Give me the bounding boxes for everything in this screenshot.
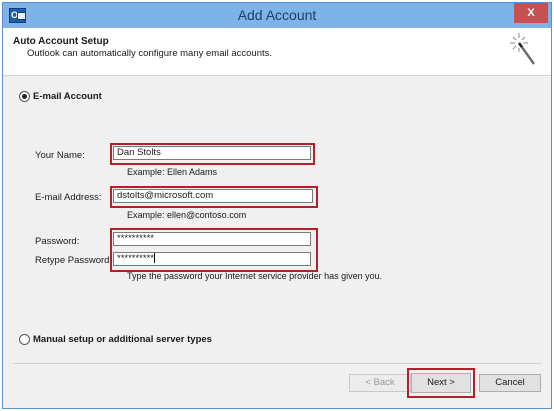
your-name-label: Your Name: — [35, 150, 85, 161]
manual-setup-label[interactable]: Manual setup or additional server types — [33, 334, 212, 345]
password-label: Password: — [35, 236, 80, 247]
back-button[interactable]: < Back — [349, 374, 411, 392]
email-address-input[interactable]: dstolts@microsoft.com — [113, 189, 313, 203]
password-hint: Type the password your Internet service … — [127, 271, 383, 281]
next-button[interactable]: Next > — [411, 373, 471, 393]
cancel-button[interactable]: Cancel — [479, 374, 541, 392]
email-account-label[interactable]: E-mail Account — [33, 91, 102, 102]
your-name-hint: Example: Ellen Adams — [127, 167, 218, 177]
add-account-dialog: O Add Account X Auto Account Setup Outlo… — [2, 2, 552, 409]
your-name-input[interactable]: Dan Stolts — [113, 146, 311, 160]
manual-setup-radio[interactable] — [19, 334, 30, 345]
header-panel: Auto Account Setup Outlook can automatic… — [3, 28, 551, 76]
close-button[interactable]: X — [514, 3, 548, 23]
retype-password-label: Retype Password: — [35, 255, 113, 266]
text-caret — [153, 253, 155, 264]
email-address-hint: Example: ellen@contoso.com — [127, 210, 247, 220]
retype-password-value: ********** — [117, 253, 154, 264]
password-input[interactable]: ********** — [113, 232, 311, 246]
header-subtitle: Outlook can automatically configure many… — [27, 48, 273, 59]
footer-separator — [13, 363, 541, 364]
magic-wand-icon — [510, 33, 535, 65]
retype-password-input[interactable]: ********** — [113, 252, 311, 266]
window-title: Add Account — [237, 7, 317, 23]
email-account-radio[interactable] — [19, 91, 30, 102]
header-title: Auto Account Setup — [13, 36, 109, 47]
title-bar[interactable]: O Add Account X — [3, 3, 551, 28]
email-address-label: E-mail Address: — [35, 192, 102, 203]
